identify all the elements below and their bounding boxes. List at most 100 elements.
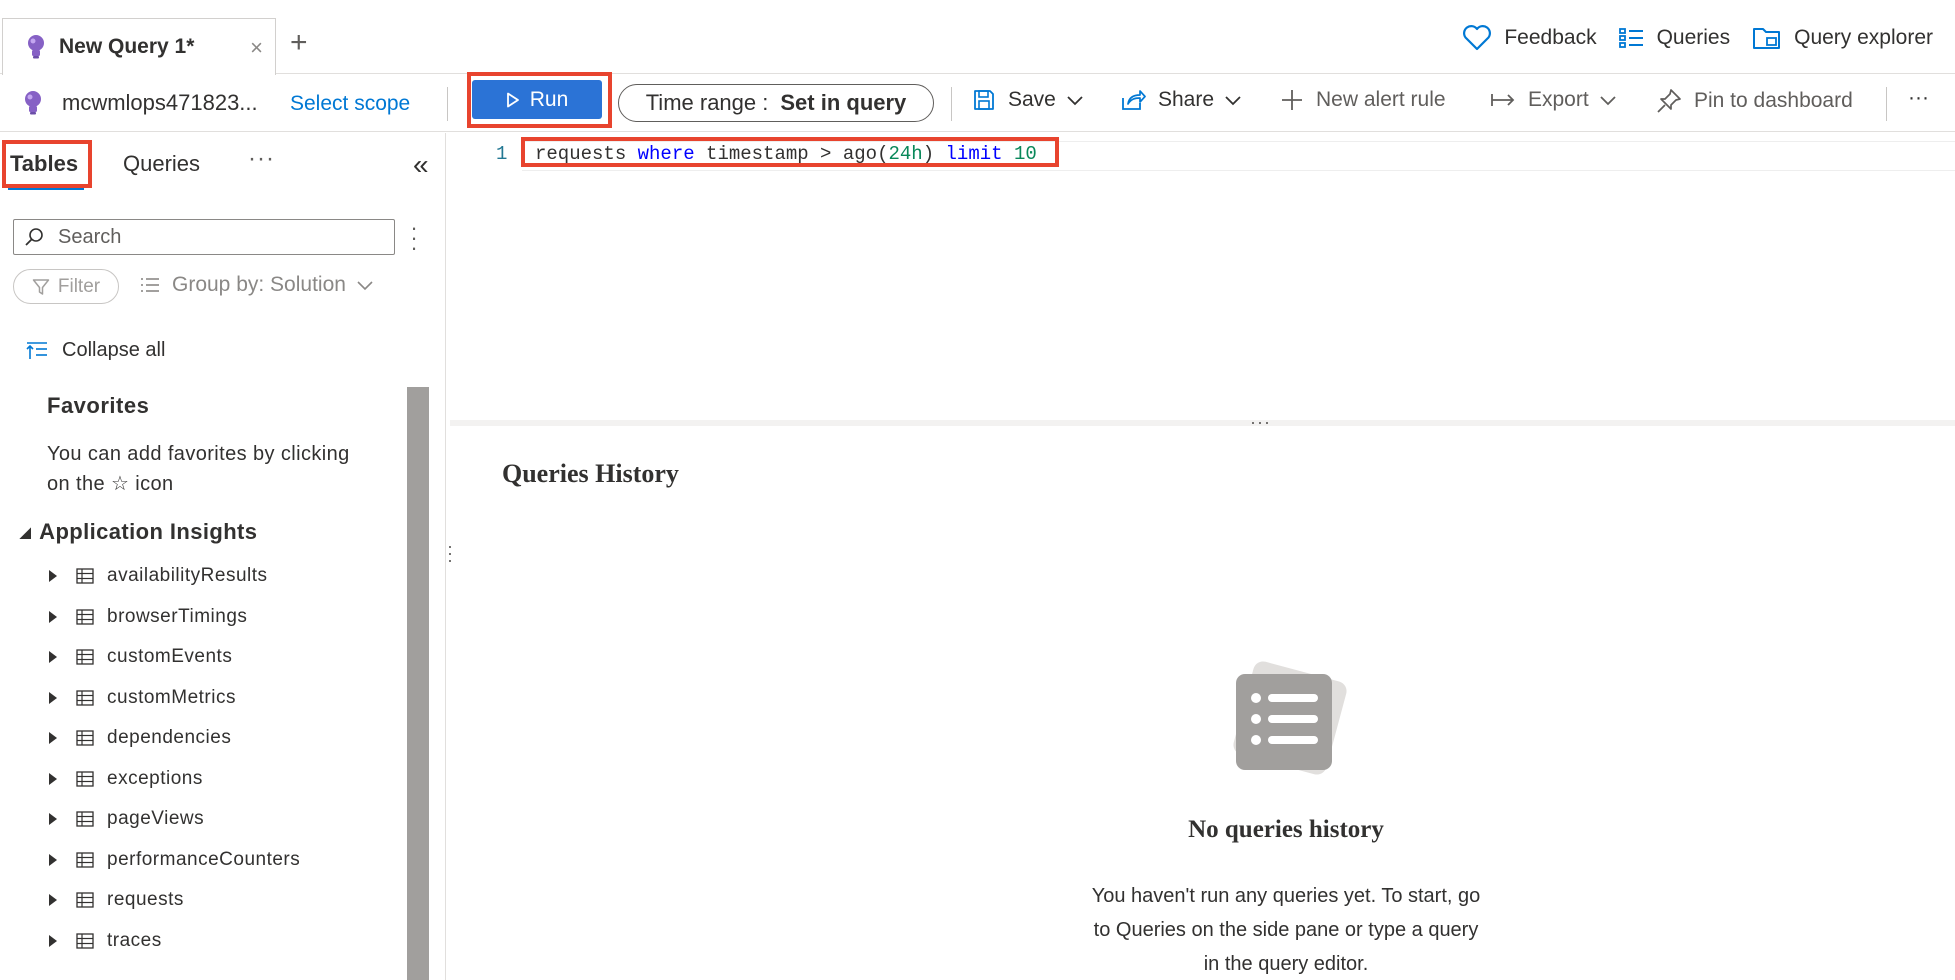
table-name: exceptions <box>107 767 203 789</box>
group-by-label: Group by: Solution <box>172 273 346 296</box>
table-row[interactable]: availabilityResults <box>0 556 400 597</box>
more-icon[interactable]: ··· <box>248 145 275 173</box>
scope-name[interactable]: mcwmlops471823... <box>62 90 258 116</box>
table-row[interactable]: customMetrics <box>0 678 400 719</box>
pane-resize-handle[interactable]: · · · <box>446 537 454 569</box>
editor-results-splitter[interactable] <box>450 420 1955 426</box>
play-icon <box>506 92 519 107</box>
schema-pane: Tables Queries ··· « ··· Filter Group by… <box>0 133 446 980</box>
time-range-picker[interactable]: Time range : Set in query <box>618 84 934 122</box>
more-icon[interactable]: ··· <box>1908 86 1929 110</box>
share-icon <box>1122 90 1146 110</box>
add-tab-icon[interactable]: + <box>290 28 308 58</box>
query-highlight-box <box>521 137 1059 167</box>
toolbar-divider <box>951 87 952 121</box>
table-row[interactable]: performanceCounters <box>0 840 400 881</box>
expanded-triangle-icon: ◢ <box>20 523 32 540</box>
filter-icon <box>32 278 50 295</box>
search-options-icon[interactable]: · · · <box>410 217 418 259</box>
chevron-down-icon <box>1225 96 1241 106</box>
close-icon[interactable]: × <box>250 35 263 61</box>
search-input[interactable] <box>58 225 358 249</box>
table-icon <box>76 730 94 746</box>
table-icon <box>76 649 94 665</box>
save-button[interactable]: Save <box>972 88 1084 112</box>
chevron-down-icon <box>357 281 373 291</box>
table-icon <box>76 892 94 908</box>
toolbar-divider <box>447 87 448 121</box>
table-row[interactable]: pageViews <box>0 799 400 840</box>
time-range-label: Time range : <box>645 90 769 115</box>
line-number: 1 <box>496 143 508 165</box>
table-name: dependencies <box>107 727 232 749</box>
table-row[interactable]: requests <box>0 880 400 921</box>
table-row[interactable]: traces <box>0 921 400 962</box>
share-button[interactable]: Share <box>1120 88 1242 112</box>
chevron-down-icon <box>1067 96 1083 106</box>
table-icon <box>76 852 94 868</box>
expand-caret-icon[interactable] <box>49 813 57 826</box>
table-name: traces <box>107 929 162 951</box>
list-icon <box>1618 27 1643 48</box>
group-title: Application Insights <box>39 519 258 544</box>
table-icon <box>76 568 94 584</box>
collapse-all-button[interactable]: Collapse all <box>26 339 165 362</box>
table-row[interactable]: browserTimings <box>0 597 400 638</box>
favorites-hint: You can add favorites by clicking on the… <box>47 443 350 495</box>
collapse-all-icon <box>26 341 47 359</box>
expand-caret-icon[interactable] <box>49 853 57 866</box>
share-label: Share <box>1158 88 1215 111</box>
top-links: Feedback Queries Query explorer <box>1462 24 1955 51</box>
query-editor[interactable]: 1 requests where timestamp > ago(24h) li… <box>450 133 1955 423</box>
filter-button[interactable]: Filter <box>13 269 119 304</box>
expand-caret-icon[interactable] <box>49 934 57 947</box>
export-label: Export <box>1528 88 1589 111</box>
search-icon <box>25 228 43 246</box>
save-label: Save <box>1008 88 1056 111</box>
scrollbar[interactable] <box>407 387 429 980</box>
tab-queries[interactable]: Queries <box>123 151 200 177</box>
table-row[interactable]: customEvents <box>0 637 400 678</box>
pin-to-dashboard-button[interactable]: Pin to dashboard <box>1656 88 1853 114</box>
splitter-handle-icon[interactable]: ··· <box>1250 412 1271 433</box>
toolbar-divider <box>1886 87 1887 121</box>
expand-caret-icon[interactable] <box>49 651 57 664</box>
table-name: performanceCounters <box>107 848 301 870</box>
collapse-pane-icon[interactable]: « <box>413 149 429 181</box>
group-by-dropdown[interactable]: Group by: Solution <box>140 273 374 297</box>
table-row[interactable]: dependencies <box>0 718 400 759</box>
export-button[interactable]: Export <box>1490 88 1617 112</box>
queries-button[interactable]: Queries <box>1618 25 1731 50</box>
query-explorer-label: Query explorer <box>1794 25 1933 49</box>
application-insights-group[interactable]: ◢ Application Insights <box>20 519 257 545</box>
table-icon <box>76 690 94 706</box>
time-range-value: Set in query <box>780 90 907 115</box>
expand-caret-icon[interactable] <box>49 894 57 907</box>
table-name: customEvents <box>107 646 233 668</box>
tab-new-query-1[interactable]: New Query 1* × <box>2 18 276 75</box>
collapse-all-label: Collapse all <box>62 339 166 361</box>
queries-label: Queries <box>1656 25 1731 49</box>
table-name: availabilityResults <box>107 565 268 587</box>
table-icon <box>76 771 94 787</box>
expand-caret-icon[interactable] <box>49 691 57 704</box>
filter-label: Filter <box>57 275 101 297</box>
query-tab-bar: New Query 1* × + Feedback Queries Query … <box>0 0 1955 75</box>
feedback-button[interactable]: Feedback <box>1462 24 1597 51</box>
new-alert-rule-label: New alert rule <box>1316 88 1446 111</box>
expand-caret-icon[interactable] <box>49 732 57 745</box>
table-name: browserTimings <box>107 605 248 627</box>
chevron-down-icon <box>1600 96 1616 106</box>
table-icon <box>76 609 94 625</box>
queries-history-title: Queries History <box>502 459 679 488</box>
new-alert-rule-button[interactable]: New alert rule <box>1280 88 1446 112</box>
expand-caret-icon[interactable] <box>49 570 57 583</box>
run-label: Run <box>529 87 569 111</box>
expand-caret-icon[interactable] <box>49 772 57 785</box>
select-scope-link[interactable]: Select scope <box>290 92 410 116</box>
query-explorer-button[interactable]: Query explorer <box>1752 25 1933 51</box>
run-button[interactable]: Run <box>472 80 602 119</box>
favorites-title: Favorites <box>47 393 150 418</box>
expand-caret-icon[interactable] <box>49 610 57 623</box>
table-row[interactable]: exceptions <box>0 759 400 800</box>
